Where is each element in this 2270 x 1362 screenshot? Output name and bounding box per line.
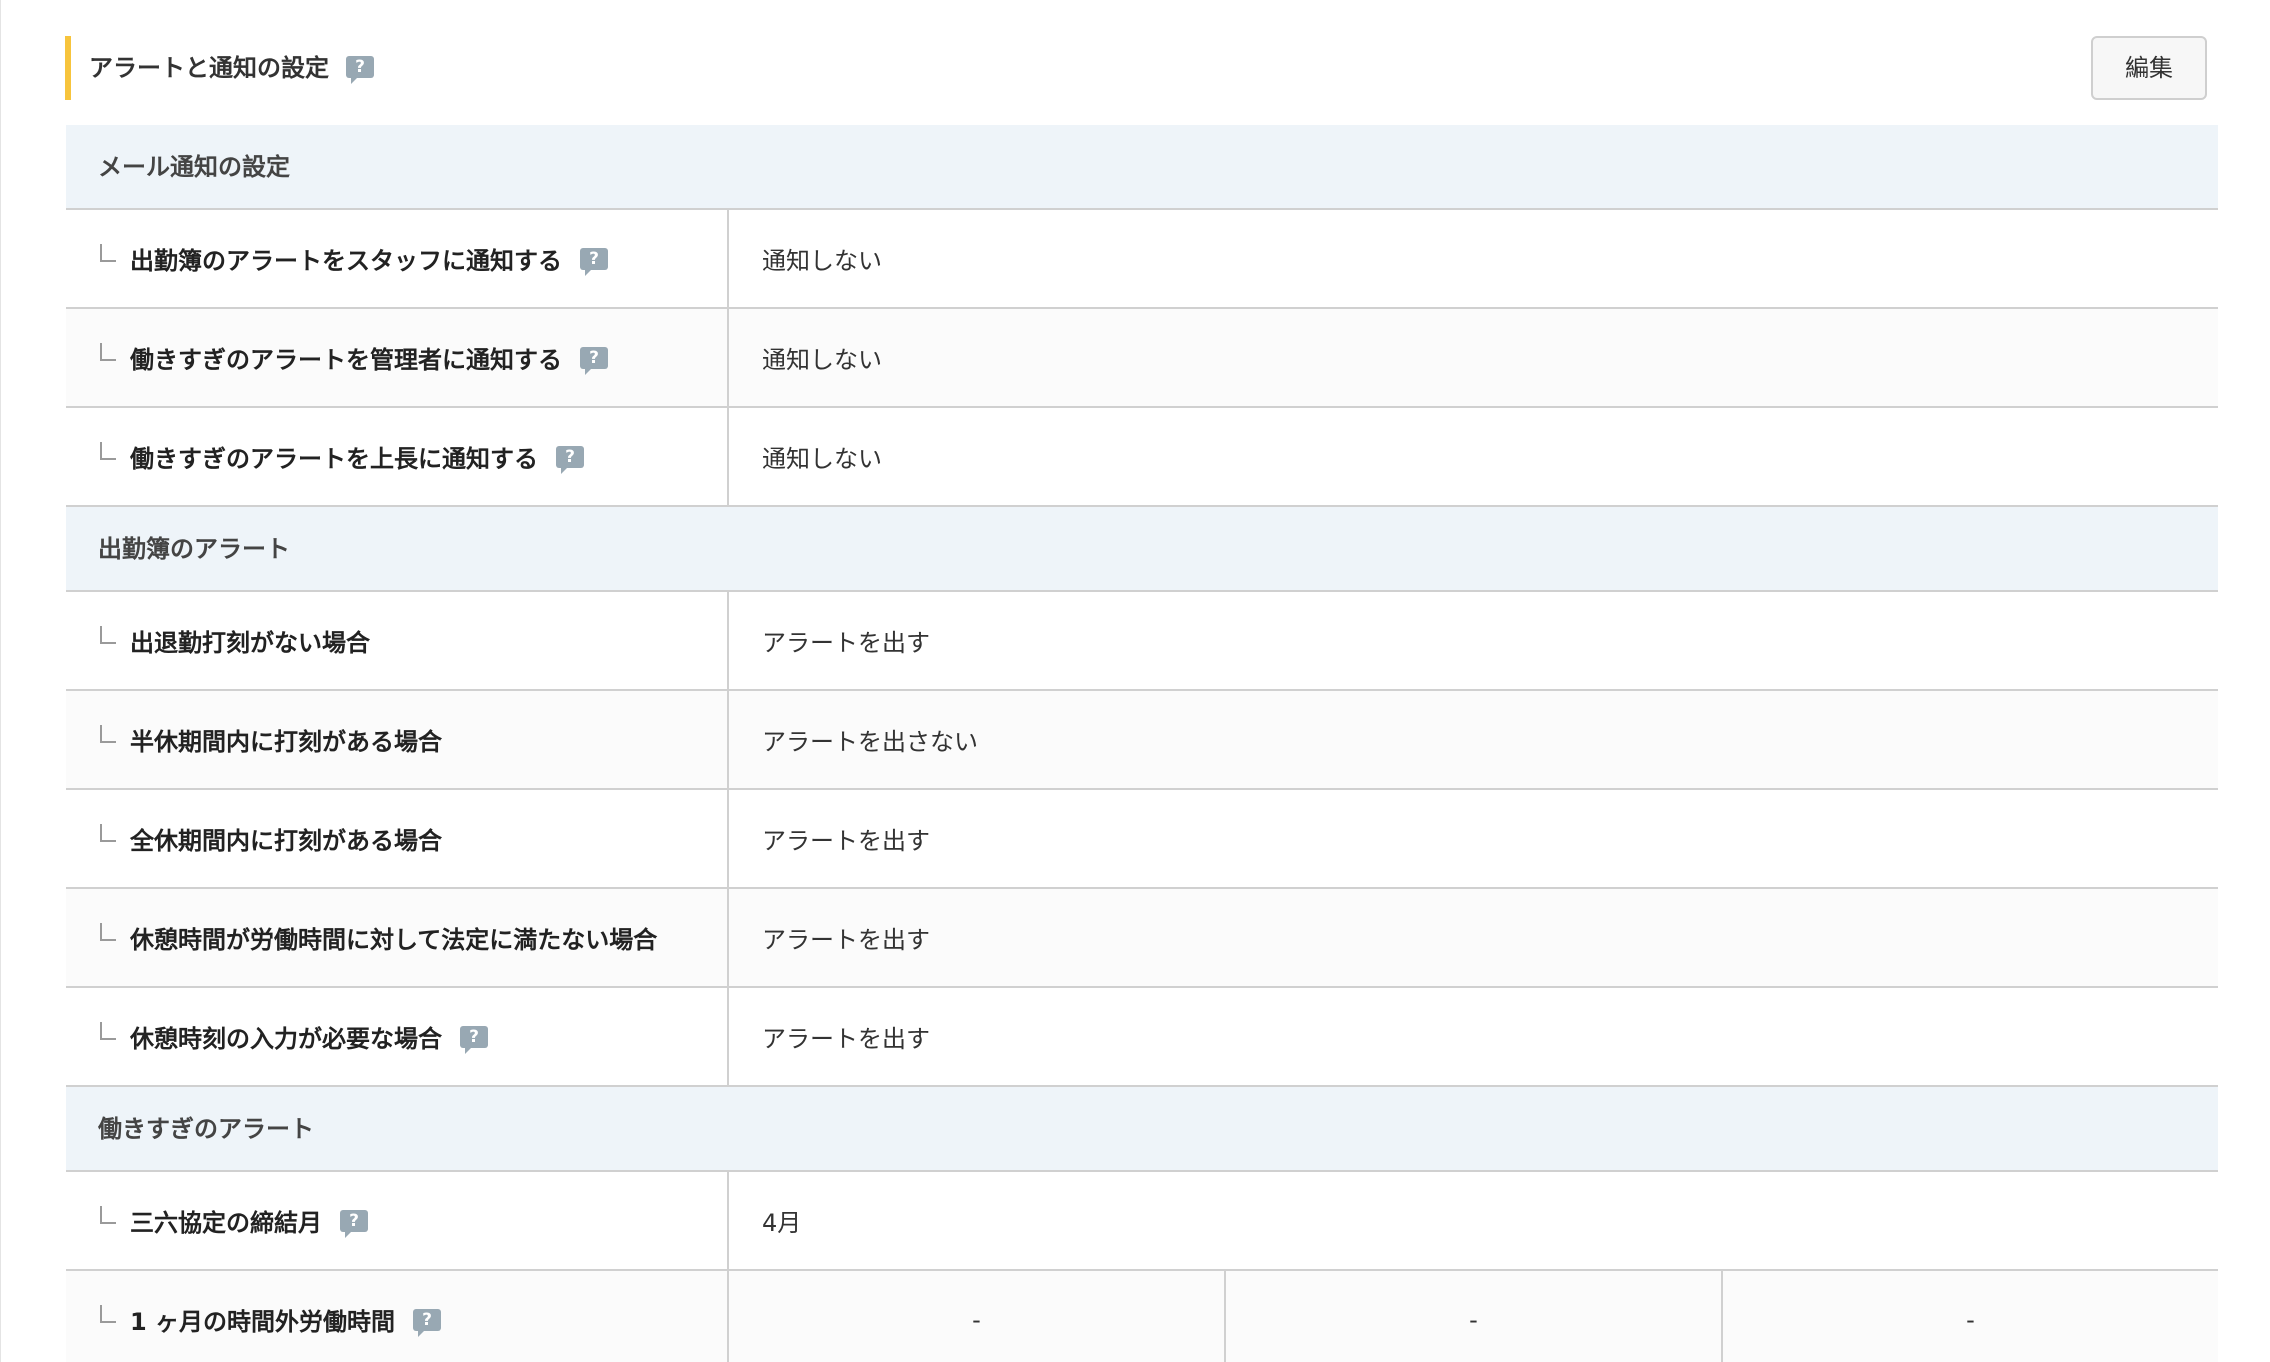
- setting-label-cell: 三六協定の締結月?: [66, 1172, 729, 1269]
- setting-row: 1 ヶ月の時間外労働時間? - - -: [66, 1271, 2218, 1362]
- setting-value: 通知しない: [762, 346, 882, 374]
- setting-label-cell: 全休期間内に打刻がある場合: [66, 790, 729, 887]
- tree-branch-icon: [100, 625, 116, 644]
- setting-value-cell: -: [1226, 1271, 1723, 1362]
- setting-value: 通知しない: [762, 247, 882, 275]
- help-icon[interactable]: ?: [556, 445, 584, 474]
- edit-button[interactable]: 編集: [2091, 36, 2207, 100]
- setting-label: 全休期間内に打刻がある場合: [130, 827, 442, 855]
- setting-label-cell: 出退勤打刻がない場合: [66, 592, 729, 689]
- setting-label-cell: 出勤簿のアラートをスタッフに通知する?: [66, 210, 729, 307]
- setting-label-cell: 働きすぎのアラートを管理者に通知する?: [66, 309, 729, 406]
- setting-value-cell: -: [1966, 1305, 1975, 1334]
- setting-value: アラートを出さない: [762, 728, 978, 756]
- setting-row: 出退勤打刻がない場合 アラートを出す: [66, 592, 2218, 691]
- setting-value: アラートを出す: [762, 629, 930, 657]
- help-icon[interactable]: ?: [340, 1209, 368, 1238]
- setting-value: 通知しない: [762, 445, 882, 473]
- setting-row: 働きすぎのアラートを上長に通知する? 通知しない: [66, 408, 2218, 507]
- tree-branch-icon: [100, 342, 116, 361]
- setting-value: アラートを出す: [762, 1025, 930, 1053]
- tree-branch-icon: [100, 1205, 116, 1224]
- title-accent-bar: [65, 36, 71, 100]
- tree-branch-icon: [100, 922, 116, 941]
- help-icon[interactable]: ?: [460, 1025, 488, 1054]
- setting-label-cell: 1 ヶ月の時間外労働時間?: [66, 1271, 729, 1362]
- setting-row: 休憩時刻の入力が必要な場合? アラートを出す: [66, 988, 2218, 1087]
- section-title: アラートと通知の設定: [89, 54, 329, 82]
- setting-value: アラートを出す: [762, 827, 930, 855]
- setting-value: アラートを出す: [762, 926, 930, 954]
- setting-row: 全休期間内に打刻がある場合 アラートを出す: [66, 790, 2218, 889]
- setting-row: 休憩時間が労働時間に対して法定に満たない場合 アラートを出す: [66, 889, 2218, 988]
- setting-label: 出退勤打刻がない場合: [130, 629, 370, 657]
- help-icon[interactable]: ?: [413, 1308, 442, 1337]
- help-icon[interactable]: ?: [580, 247, 608, 276]
- setting-label: 休憩時間が労働時間に対して法定に満たない場合: [130, 926, 658, 954]
- tree-branch-icon: [100, 823, 116, 842]
- setting-label-cell: 休憩時刻の入力が必要な場合?: [66, 988, 729, 1085]
- tree-branch-icon: [100, 1304, 116, 1323]
- tree-branch-icon: [100, 243, 116, 262]
- setting-label-cell: 半休期間内に打刻がある場合: [66, 691, 729, 788]
- setting-label: 三六協定の締結月: [130, 1209, 322, 1237]
- settings-page: アラートと通知の設定 ? 編集 メール通知の設定 出勤簿のアラートをスタッフに通知…: [0, 0, 2270, 1362]
- setting-label-cell: 働きすぎのアラートを上長に通知する?: [66, 408, 729, 505]
- group-header: 出勤簿のアラート: [66, 507, 2218, 592]
- tree-branch-icon: [100, 441, 116, 460]
- setting-label: 半休期間内に打刻がある場合: [130, 728, 442, 756]
- setting-row: 出勤簿のアラートをスタッフに通知する? 通知しない: [66, 210, 2218, 309]
- settings-table: メール通知の設定 出勤簿のアラートをスタッフに通知する? 通知しない 働きすぎのアラー…: [66, 125, 2218, 1362]
- setting-row: 三六協定の締結月? 4月: [66, 1172, 2218, 1271]
- left-divider: [0, 0, 1, 1362]
- tree-branch-icon: [100, 724, 116, 743]
- group-header: 働きすぎのアラート: [66, 1087, 2218, 1172]
- section-title-bar: アラートと通知の設定 ?: [65, 36, 2215, 100]
- setting-label-cell: 休憩時間が労働時間に対して法定に満たない場合: [66, 889, 729, 986]
- setting-row: 働きすぎのアラートを管理者に通知する? 通知しない: [66, 309, 2218, 408]
- help-icon[interactable]: ?: [580, 346, 608, 375]
- tree-branch-icon: [100, 1021, 116, 1040]
- setting-value: 4月: [762, 1209, 802, 1237]
- setting-label: 働きすぎのアラートを上長に通知する: [130, 445, 538, 473]
- group-header: メール通知の設定: [66, 125, 2218, 210]
- setting-label: 働きすぎのアラートを管理者に通知する: [130, 346, 562, 374]
- setting-label: 出勤簿のアラートをスタッフに通知する: [130, 247, 562, 275]
- help-icon[interactable]: ?: [346, 56, 374, 84]
- setting-value-cell: -: [729, 1271, 1226, 1362]
- setting-row: 半休期間内に打刻がある場合 アラートを出さない: [66, 691, 2218, 790]
- setting-label: 1 ヶ月の時間外労働時間: [130, 1308, 396, 1336]
- setting-label: 休憩時刻の入力が必要な場合: [130, 1025, 442, 1053]
